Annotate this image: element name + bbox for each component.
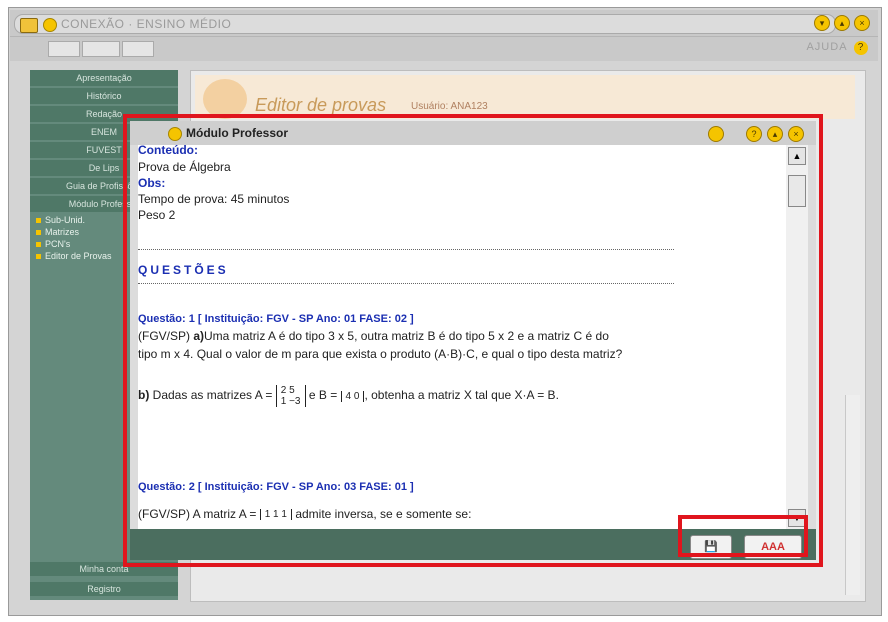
obs-line-1: Tempo de prova: 45 minutos	[138, 192, 290, 206]
help-link[interactable]: AJUDA ?	[806, 41, 868, 55]
maximize-icon[interactable]: ▴	[767, 126, 783, 142]
matrix-b: 4 0	[340, 390, 365, 402]
divider	[138, 283, 674, 284]
bullet-icon	[36, 254, 41, 259]
editor-user: Usuário: ANA123	[411, 101, 488, 112]
obs-label: Obs:	[138, 176, 166, 190]
sidebar-item-historico[interactable]: Histórico	[30, 88, 178, 104]
obs-line-2: Peso 2	[138, 208, 176, 222]
modal-professor: Módulo Professor ? ▴ × Conteúdo: Prova d…	[130, 121, 816, 560]
home-button[interactable]	[82, 41, 120, 57]
modal-controls: ? ▴ ×	[746, 126, 804, 142]
q1-b-text3: , obtenha a matriz X tal que X·A = B.	[364, 388, 559, 403]
matrix-b-row1: 4 0	[345, 390, 360, 402]
question-1-part-b: b) Dadas as matrizes A = 2 5 1 −3 e B = …	[138, 385, 559, 407]
bullet-icon	[36, 242, 41, 247]
scroll-up-icon[interactable]: ▲	[788, 147, 806, 165]
q1-a-text: Uma matriz A é do tipo 3 x 5, outra matr…	[204, 329, 609, 343]
bullet-icon	[36, 218, 41, 223]
matrix-q2: 1 1 1	[259, 509, 292, 521]
forward-button[interactable]	[122, 41, 154, 57]
modal-option-icon[interactable]	[708, 126, 724, 142]
document-view: Conteúdo: Prova de Álgebra Obs: Tempo de…	[138, 145, 786, 529]
matrix-a: 2 5 1 −3	[275, 385, 306, 407]
title-pill: CONEXÃO · ENSINO MÉDIO	[14, 14, 836, 34]
sidebar-sub-label: Matrizes	[45, 227, 80, 237]
sidebar-item-registro[interactable]: Registro	[30, 582, 178, 596]
modal-title: Módulo Professor	[186, 126, 289, 140]
editor-title: Editor de provas	[255, 95, 387, 115]
app-title: CONEXÃO · ENSINO MÉDIO	[61, 17, 232, 31]
close-icon[interactable]: ×	[788, 126, 804, 142]
q1-b-label: b)	[138, 388, 150, 403]
q1-b-text1: Dadas as matrizes A =	[152, 388, 273, 403]
q1-a-label: a)	[193, 329, 205, 343]
sidebar-sub-label: PCN's	[45, 239, 71, 249]
help-icon[interactable]: ?	[746, 126, 762, 142]
conteudo-label: Conteúdo:	[138, 145, 198, 157]
help-icon: ?	[854, 41, 868, 55]
sidebar-sub-label: Sub-Unid.	[45, 215, 86, 225]
question-1-part-a: (FGV/SP) a)Uma matriz A é do tipo 3 x 5,…	[138, 329, 786, 343]
bullet-icon	[36, 230, 41, 235]
document-scrollbar[interactable]: ▲ ▼	[786, 145, 808, 529]
q1-b-text2: e B =	[308, 388, 338, 403]
close-icon[interactable]: ×	[854, 15, 870, 31]
divider	[138, 249, 674, 250]
logo-icon	[43, 18, 57, 32]
q1-prefix: (FGV/SP)	[138, 329, 194, 343]
maximize-icon[interactable]: ▴	[834, 15, 850, 31]
modal-titlebar: Módulo Professor ? ▴ ×	[130, 121, 816, 145]
nav-row: AJUDA ?	[10, 37, 878, 61]
sidebar-sub-label: Editor de Provas	[45, 251, 112, 261]
conteudo-value: Prova de Álgebra	[138, 160, 231, 174]
app-icon	[20, 18, 38, 33]
app-titlebar: CONEXÃO · ENSINO MÉDIO ▾ ▴ ×	[10, 10, 878, 37]
editor-logo-icon	[203, 79, 247, 119]
editor-banner: Editor de provas Usuário: ANA123	[195, 75, 855, 119]
question-1-header: Questão: 1 [ Instituição: FGV - SP Ano: …	[138, 313, 414, 325]
window-controls: ▾ ▴ ×	[814, 15, 870, 31]
questoes-heading: QUESTÕES	[138, 263, 229, 277]
matrix-a-row1: 2 5	[280, 385, 295, 396]
q2-text: (FGV/SP) A matriz A =	[138, 507, 257, 521]
question-2-text: (FGV/SP) A matriz A = 1 1 1 admite inver…	[138, 507, 471, 521]
sidebar-item-apresentacao[interactable]: Apresentação	[30, 70, 178, 86]
matrix-a-row2: 1 −3	[280, 396, 301, 407]
help-label: AJUDA	[806, 41, 847, 53]
minimize-icon[interactable]: ▾	[814, 15, 830, 31]
q2-text-after: admite inversa, se e somente se:	[295, 507, 472, 521]
question-2-header: Questão: 2 [ Instituição: FGV - SP Ano: …	[138, 481, 414, 493]
scroll-thumb[interactable]	[788, 175, 806, 207]
q2-matrix-row1: 1 1 1	[264, 509, 287, 521]
modal-logo-icon	[168, 127, 182, 141]
back-button[interactable]	[48, 41, 80, 57]
content-scrollbar[interactable]	[845, 395, 860, 595]
question-1-part-a-cont: tipo m x 4. Qual o valor de m para que e…	[138, 347, 623, 361]
footer-buttons-highlight	[678, 515, 808, 557]
